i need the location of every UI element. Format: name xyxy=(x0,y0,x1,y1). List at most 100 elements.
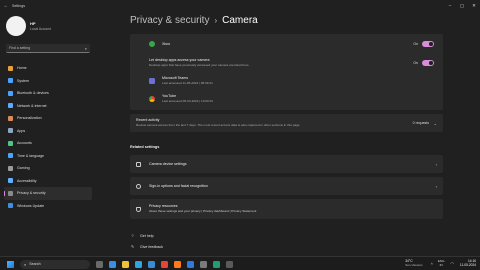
chevron-right-icon: › xyxy=(435,161,437,167)
youtube-last-accessed: Last accessed 05-04-2024 | 13:00:01 xyxy=(162,99,214,103)
window-title: Settings xyxy=(12,4,25,8)
sidebar-item-privacy-security[interactable]: Privacy & security xyxy=(4,187,92,200)
window-controls: – ▢ ✕ xyxy=(444,0,480,12)
teams-icon xyxy=(149,78,155,84)
xbox-row: Xbox On xyxy=(130,39,443,49)
task-view-icon[interactable] xyxy=(96,260,103,268)
get-help-label: Get help xyxy=(140,233,154,238)
settings-icon[interactable] xyxy=(200,260,207,268)
sidebar-item-bluetooth-devices[interactable]: Bluetooth & devices xyxy=(4,87,92,100)
search-input[interactable]: Find a setting ⌕ xyxy=(6,44,90,53)
teams-last-accessed: Last accessed 11-05-2024 | 08:39:21 xyxy=(162,81,213,85)
taskbar-search[interactable]: ⌕ Search xyxy=(20,259,90,269)
chevron-up-icon[interactable]: ˄ xyxy=(431,261,433,266)
edge-icon[interactable] xyxy=(135,260,142,268)
chrome-icon[interactable] xyxy=(161,260,168,268)
xbox-toggle[interactable]: On xyxy=(413,41,434,47)
nav-icon xyxy=(8,65,13,71)
desktop-apps-switch[interactable] xyxy=(422,60,434,66)
sidebar-item-network-internet[interactable]: Network & internet xyxy=(4,100,92,113)
sidebar-item-home[interactable]: Home xyxy=(4,62,92,75)
signin-icon xyxy=(136,183,141,189)
chevron-right-icon: › xyxy=(435,183,437,189)
xbox-toggle-state: On xyxy=(413,42,418,46)
privacy-resources-links[interactable]: About these settings and your privacy | … xyxy=(149,209,256,213)
breadcrumb-parent[interactable]: Privacy & security xyxy=(130,15,209,26)
close-icon[interactable]: ✕ xyxy=(468,0,480,12)
related-settings-heading: Related settings xyxy=(130,145,160,149)
profile[interactable]: HP Local Account xyxy=(6,16,51,36)
firefox-icon[interactable] xyxy=(174,260,181,268)
word-icon[interactable] xyxy=(187,260,194,268)
back-arrow-icon[interactable]: ← xyxy=(0,3,12,9)
desktop-apps-toggle[interactable]: On xyxy=(413,60,434,66)
nav-icon xyxy=(8,190,13,196)
widgets-icon[interactable] xyxy=(109,260,116,268)
nav-icon xyxy=(8,128,13,134)
breadcrumb-separator-icon: › xyxy=(214,16,218,25)
weather-widget[interactable]: 34°C Sun showers xyxy=(405,259,422,267)
sidebar-item-system[interactable]: System xyxy=(4,75,92,88)
xbox-switch[interactable] xyxy=(422,41,434,47)
page-title: Camera xyxy=(222,15,258,26)
nav-icon xyxy=(8,165,13,171)
signin-options-card[interactable]: Sign-in options and facial recognition › xyxy=(130,177,443,195)
sidebar-item-windows-update[interactable]: Windows Update xyxy=(4,200,92,213)
sidebar-item-label: Home xyxy=(17,66,27,71)
breadcrumb: Privacy & security › Camera xyxy=(130,15,258,26)
minimize-icon[interactable]: – xyxy=(444,0,456,12)
youtube-row: YouTube Last accessed 05-04-2024 | 13:00… xyxy=(130,92,443,106)
youtube-name: YouTube xyxy=(162,94,177,98)
excel-icon[interactable] xyxy=(213,260,220,268)
nav-icon xyxy=(8,203,13,209)
shield-icon xyxy=(136,206,141,212)
nav-icon xyxy=(8,178,13,184)
start-icon[interactable] xyxy=(7,260,14,268)
camera-device-settings-label: Camera device settings xyxy=(149,162,187,166)
desktop-apps-desc: Desktop apps that have previously access… xyxy=(149,63,249,67)
feedback-icon: ✎ xyxy=(130,244,135,249)
clock[interactable]: 14:16 11-05-2024 xyxy=(460,259,476,267)
taskbar: ⌕ Search 34°C Sun showers ˄ ENG IN ◠ 14:… xyxy=(0,256,480,270)
search-icon: ⌕ xyxy=(84,45,87,51)
profile-subtitle: Local Account xyxy=(30,27,52,31)
recent-activity-card[interactable]: Recent activity Review camera access fro… xyxy=(130,114,443,132)
help-links: ? Get help ✎ Give feedback xyxy=(130,230,163,252)
xbox-icon xyxy=(149,41,155,47)
sidebar-item-accounts[interactable]: Accounts xyxy=(4,137,92,150)
privacy-resources-title: Privacy resources xyxy=(149,204,178,208)
chevron-down-icon[interactable]: ⌄ xyxy=(434,121,437,126)
sidebar-item-label: Privacy & security xyxy=(17,191,46,196)
privacy-resources-card: Privacy resources About these settings a… xyxy=(130,199,443,219)
sidebar-item-accessibility[interactable]: Accessibility xyxy=(4,175,92,188)
camera-device-settings-card[interactable]: Camera device settings › xyxy=(130,155,443,173)
file-explorer-icon[interactable] xyxy=(122,260,129,268)
language-indicator[interactable]: ENG IN xyxy=(438,259,445,267)
nav-icon xyxy=(8,90,13,96)
sidebar-item-personalization[interactable]: Personalization xyxy=(4,112,92,125)
sidebar-item-label: System xyxy=(17,78,29,83)
give-feedback-label: Give feedback xyxy=(140,244,163,249)
app-icon[interactable] xyxy=(226,260,233,268)
sidebar-item-label: Bluetooth & devices xyxy=(17,91,49,96)
give-feedback-link[interactable]: ✎ Give feedback xyxy=(130,241,163,252)
avatar xyxy=(6,16,26,36)
store-icon[interactable] xyxy=(148,260,155,268)
nav-icon xyxy=(8,103,13,109)
profile-name: HP xyxy=(30,21,36,26)
desktop-apps-toggle-state: On xyxy=(413,61,418,65)
clock-date: 11-05-2024 xyxy=(459,263,476,267)
sidebar-item-label: Accounts xyxy=(17,141,32,146)
wifi-icon[interactable]: ◠ xyxy=(450,261,454,266)
sidebar-nav: Home System Bluetooth & devices Network & i… xyxy=(4,62,92,212)
language-region: IN xyxy=(439,263,443,267)
sidebar-item-label: Gaming xyxy=(17,166,30,171)
sidebar-item-gaming[interactable]: Gaming xyxy=(4,162,92,175)
sidebar-item-label: Time & language xyxy=(17,153,45,158)
get-help-link[interactable]: ? Get help xyxy=(130,230,163,241)
sidebar-item-label: Personalization xyxy=(17,116,42,121)
system-tray: 34°C Sun showers ˄ ENG IN ◠ 14:16 11-05-… xyxy=(405,259,476,267)
sidebar-item-time-language[interactable]: Time & language xyxy=(4,150,92,163)
sidebar-item-apps[interactable]: Apps xyxy=(4,125,92,138)
maximize-icon[interactable]: ▢ xyxy=(456,0,468,12)
